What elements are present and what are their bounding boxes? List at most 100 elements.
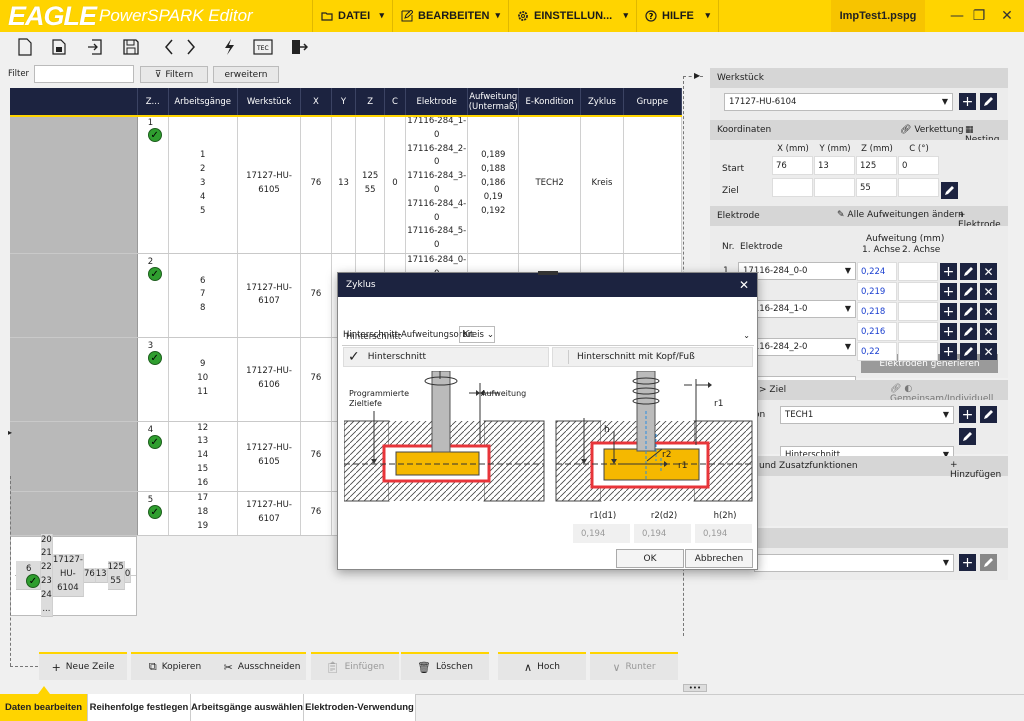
- cancel-button[interactable]: Abbrechen: [685, 549, 753, 568]
- tab-elektroden-verwendung[interactable]: Elektroden-Verwendung: [304, 694, 416, 721]
- start-coord-field[interactable]: 13: [814, 156, 855, 175]
- edit-row-button[interactable]: [960, 343, 977, 360]
- drag-handle[interactable]: [538, 271, 558, 275]
- aufweitung-field[interactable]: 0,219: [857, 282, 897, 301]
- column-header[interactable]: X: [300, 88, 332, 115]
- verkettung-button[interactable]: 🔗︎ Verkettung: [900, 125, 964, 135]
- aufweitung-field[interactable]: 0,22: [857, 342, 897, 361]
- einfügen-button[interactable]: 📋︎ Einfügen: [311, 652, 399, 680]
- change-all-aufweitungen-button[interactable]: ✎ Alle Aufweitungen ändern: [837, 210, 964, 220]
- neue-zeile-button[interactable]: + Neue Zeile: [39, 652, 127, 680]
- aufweitung-2-field[interactable]: [898, 262, 938, 281]
- aufweitung-field[interactable]: 0,224: [857, 262, 897, 281]
- expand-button[interactable]: erweitern: [213, 66, 279, 83]
- ekondition-select[interactable]: TECH1 ▼: [780, 406, 954, 424]
- table-row[interactable]: 6 ✓ 20 21 22 23 24... 17127-HU-6104 76 13 125 55 0: [10, 533, 138, 618]
- start-coord-field[interactable]: 125: [856, 156, 897, 175]
- param-r1-value[interactable]: 0,194: [573, 524, 630, 543]
- column-header[interactable]: C: [384, 88, 407, 115]
- splitter-handle[interactable]: •••: [683, 684, 707, 692]
- column-header[interactable]: Z: [355, 88, 385, 115]
- column-header[interactable]: Y: [331, 88, 357, 115]
- aufweitung-2-field[interactable]: [898, 302, 938, 321]
- extra-select[interactable]: ▼: [754, 554, 954, 572]
- ok-button[interactable]: OK: [616, 549, 684, 568]
- tab-daten-bearbeiten[interactable]: Daten bearbeiten: [0, 694, 88, 721]
- column-header[interactable]: Arbeitsgänge: [168, 88, 238, 115]
- column-header[interactable]: Aufweitung (Untermaß): [467, 88, 520, 115]
- delete-row-button[interactable]: ✕: [980, 323, 997, 340]
- ziel-coord-field[interactable]: [814, 178, 855, 197]
- column-header[interactable]: Werkstück: [237, 88, 302, 115]
- spark-icon[interactable]: [216, 34, 242, 60]
- delete-row-button[interactable]: ✕: [980, 303, 997, 320]
- column-header[interactable]: Gruppe: [623, 88, 683, 115]
- hoch-button[interactable]: ∧ Hoch: [498, 652, 586, 680]
- add-ekondition-button[interactable]: +: [959, 406, 976, 423]
- ausschneiden-button[interactable]: ✂ Ausschneiden: [218, 652, 306, 680]
- file-tab[interactable]: ImpTest1.pspg: [831, 0, 925, 32]
- open-file-icon[interactable]: [46, 34, 72, 60]
- exit-icon[interactable]: [286, 34, 312, 60]
- close-icon[interactable]: ✕: [990, 0, 1024, 32]
- edit-zyklus-button[interactable]: [959, 428, 976, 445]
- delete-row-button[interactable]: ✕: [980, 263, 997, 280]
- löschen-button[interactable]: 🗑︎ Löschen: [401, 652, 489, 680]
- aufweitung-2-field[interactable]: [898, 322, 938, 341]
- add-extra-button[interactable]: +: [959, 554, 976, 571]
- column-header[interactable]: Zyklus: [580, 88, 624, 115]
- column-header[interactable]: Z...: [137, 88, 169, 115]
- option-hinterschnitt-kopf[interactable]: Hinterschnitt mit Kopf/Fuß: [552, 347, 753, 367]
- start-coord-field[interactable]: 0: [898, 156, 939, 175]
- column-header[interactable]: Elektrode: [405, 88, 469, 115]
- forward-icon[interactable]: [178, 34, 204, 60]
- add-row-button[interactable]: +: [940, 283, 957, 300]
- table-row[interactable]: 1 ✓ 1 2 3 4 5 17127-HU-6105 76 13 125 55 0 17116-284_…: [10, 115, 683, 254]
- aufweitung-2-field[interactable]: [898, 342, 938, 361]
- add-row-button[interactable]: +: [940, 343, 957, 360]
- add-row-button[interactable]: +: [940, 303, 957, 320]
- option-hinterschnitt[interactable]: ✓ Hinterschnitt: [343, 347, 549, 367]
- filter-button[interactable]: ⊽ Filtern: [140, 66, 208, 83]
- delete-row-button[interactable]: ✕: [980, 343, 997, 360]
- edit-extra-button[interactable]: [980, 554, 997, 571]
- tab-reihenfolge[interactable]: Reihenfolge festlegen: [88, 694, 191, 721]
- aufweitung-field[interactable]: 0,218: [857, 302, 897, 321]
- edit-row-button[interactable]: [960, 323, 977, 340]
- new-file-icon[interactable]: [12, 34, 38, 60]
- add-row-button[interactable]: +: [940, 263, 957, 280]
- column-header[interactable]: E-Kondition: [518, 88, 582, 115]
- close-icon[interactable]: ✕: [739, 278, 749, 292]
- param-h-value[interactable]: 0,194: [695, 524, 752, 543]
- edit-werkstueck-button[interactable]: [980, 93, 997, 110]
- import-icon[interactable]: [82, 34, 108, 60]
- werkstueck-select[interactable]: 17127-HU-6104 ▼: [724, 93, 953, 111]
- edit-ziel-button[interactable]: [941, 182, 958, 199]
- edit-row-button[interactable]: [960, 263, 977, 280]
- ziel-coord-field[interactable]: 55: [856, 178, 897, 197]
- edit-row-button[interactable]: [960, 303, 977, 320]
- add-row-button[interactable]: +: [940, 323, 957, 340]
- ziel-coord-field[interactable]: [898, 178, 939, 197]
- menu-datei[interactable]: DATEI ▾: [312, 0, 392, 32]
- delete-row-button[interactable]: ✕: [980, 283, 997, 300]
- runter-button[interactable]: ∨ Runter: [590, 652, 678, 680]
- aufweitung-field[interactable]: 0,216: [857, 322, 897, 341]
- kopieren-button[interactable]: ⧉ Kopieren: [131, 652, 219, 680]
- menu-einstellungen[interactable]: EINSTELLUN... ▾: [508, 0, 636, 32]
- menu-bearbeiten[interactable]: BEARBEITEN ▾: [392, 0, 508, 32]
- edit-row-button[interactable]: [960, 283, 977, 300]
- add-zusatz-button[interactable]: + Hinzufügen: [950, 460, 1008, 480]
- tab-arbeitsgaenge[interactable]: Arbeitsgänge auswählen: [191, 694, 304, 721]
- ziel-coord-field[interactable]: [772, 178, 813, 197]
- add-werkstueck-button[interactable]: +: [959, 93, 976, 110]
- param-r2-value[interactable]: 0,194: [634, 524, 691, 543]
- orbit-select[interactable]: Kreis ⌄: [459, 326, 495, 343]
- aufweitung-2-field[interactable]: [898, 282, 938, 301]
- edit-ekondition-button[interactable]: [980, 406, 997, 423]
- save-icon[interactable]: [118, 34, 144, 60]
- filter-input[interactable]: [34, 65, 134, 83]
- menu-hilfe[interactable]: ? HILFE ▾: [636, 0, 718, 32]
- tec-icon[interactable]: TEC: [250, 34, 276, 60]
- start-coord-field[interactable]: 76: [772, 156, 813, 175]
